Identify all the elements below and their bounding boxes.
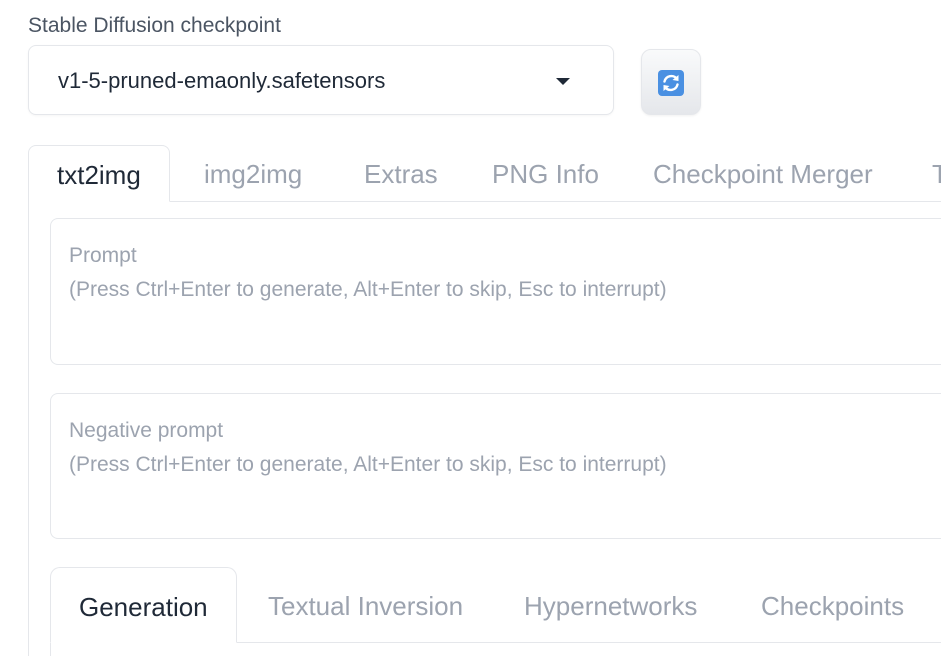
checkpoint-selected-value: v1-5-pruned-emaonly.safetensors [58, 68, 386, 93]
checkpoint-label: Stable Diffusion checkpoint [28, 14, 281, 37]
main-tab-bar: txt2img img2img Extras PNG Info Checkpoi… [28, 145, 941, 202]
tab-generation[interactable]: Generation [50, 567, 237, 643]
tab-truncated[interactable]: T [932, 145, 941, 201]
tab-hypernetworks[interactable]: Hypernetworks [524, 567, 697, 642]
refresh-checkpoints-button[interactable] [641, 49, 701, 115]
tab-extras[interactable]: Extras [364, 145, 438, 201]
negative-prompt-box [50, 393, 941, 539]
negative-prompt-input[interactable] [69, 414, 929, 514]
prompt-input[interactable] [69, 239, 929, 339]
tab-img2img[interactable]: img2img [204, 145, 302, 201]
refresh-icon [658, 70, 684, 96]
tab-textual-inversion[interactable]: Textual Inversion [268, 567, 463, 642]
generation-panel [50, 643, 941, 656]
tab-png-info[interactable]: PNG Info [492, 145, 599, 201]
prompt-box [50, 218, 941, 365]
tab-checkpoint-merger[interactable]: Checkpoint Merger [653, 145, 873, 201]
chevron-down-icon [556, 78, 570, 85]
tab-checkpoints[interactable]: Checkpoints [761, 567, 904, 642]
checkpoint-dropdown[interactable]: v1-5-pruned-emaonly.safetensors [28, 45, 614, 115]
tab-txt2img[interactable]: txt2img [28, 145, 170, 202]
webui-page: Stable Diffusion checkpoint v1-5-pruned-… [0, 0, 941, 656]
extra-networks-tab-bar: Generation Textual Inversion Hypernetwor… [50, 567, 941, 643]
